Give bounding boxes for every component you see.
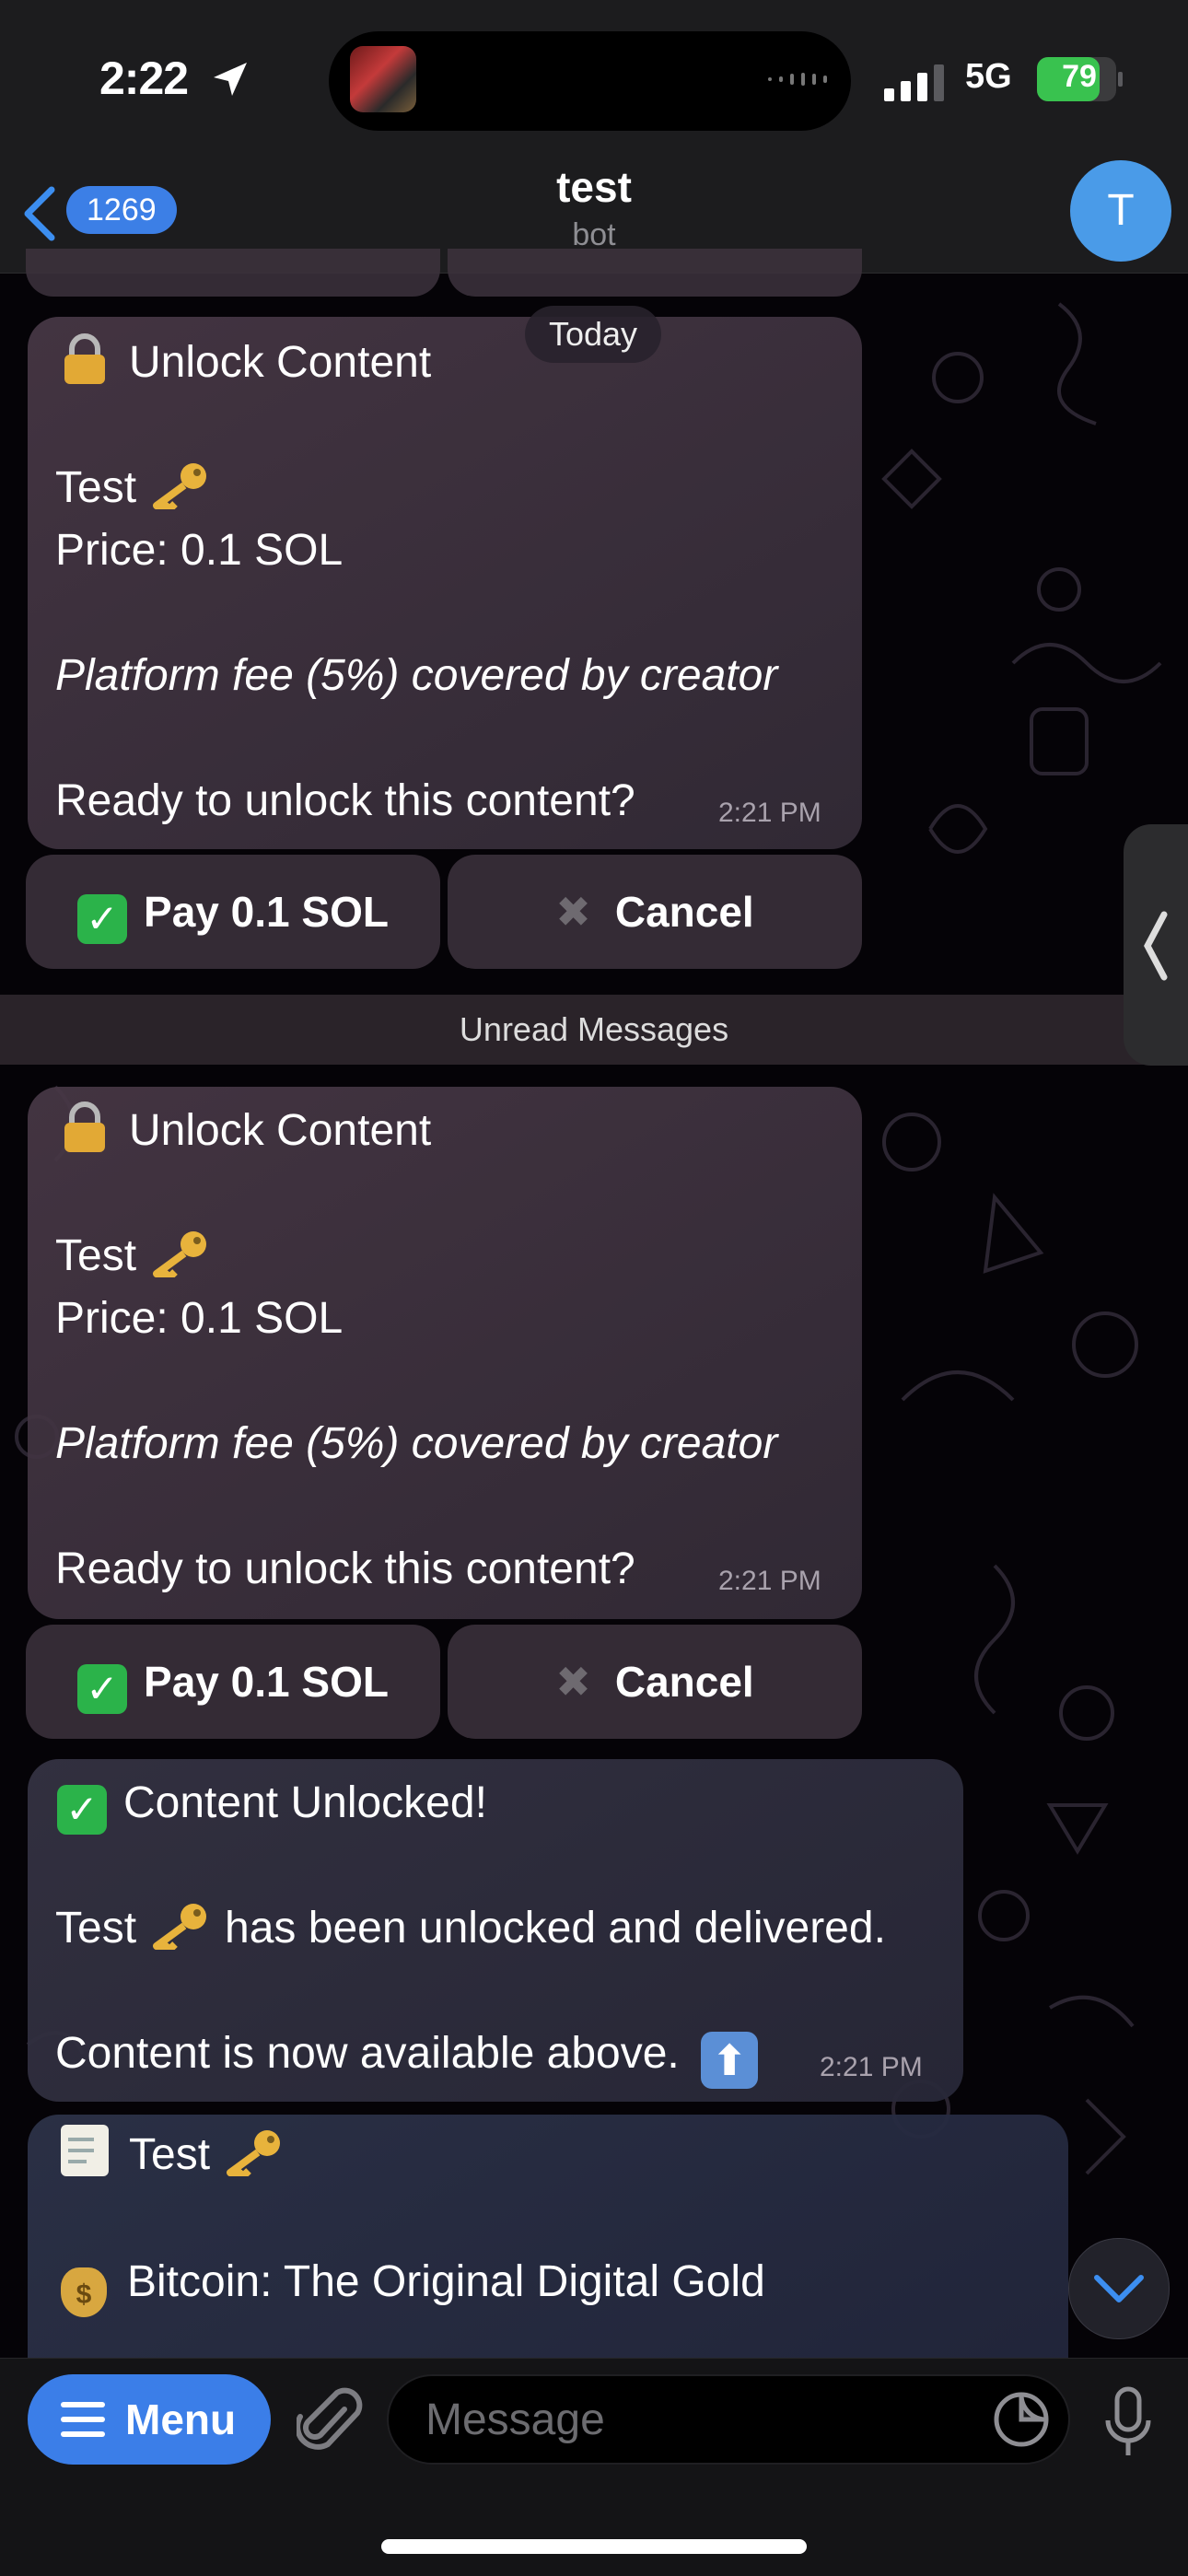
message-time: 2:21 PM <box>820 2052 923 2082</box>
microphone-icon[interactable] <box>1101 2385 1156 2459</box>
unread-messages-divider: Unread Messages <box>0 995 1188 1065</box>
up-arrow-icon: ⬆ <box>701 2032 759 2089</box>
menu-label: Menu <box>125 2395 237 2443</box>
network-type: 5G <box>965 57 1012 96</box>
check-mark-icon: ✓ <box>57 1785 107 1835</box>
message-question: Ready to unlock this content? <box>55 1544 635 1593</box>
message-time: 2:21 PM <box>718 1566 821 1596</box>
sticker-icon[interactable] <box>993 2391 1050 2448</box>
audio-waveform-icon <box>768 73 827 86</box>
cross-icon: ✖ <box>555 1658 591 1706</box>
message-price: Price: 0.1 SOL <box>55 526 344 575</box>
message-fee-note: Platform fee (5%) covered by creator <box>55 1419 778 1468</box>
location-arrow-icon <box>214 63 247 96</box>
pay-button[interactable]: ✓ Pay 0.1 SOL <box>26 855 440 969</box>
paperclip-icon[interactable] <box>297 2385 363 2459</box>
chevron-left-icon <box>1144 911 1168 981</box>
message-title: Test <box>61 2124 284 2186</box>
message-question: Ready to unlock this content? <box>55 776 635 825</box>
now-playing-artwork[interactable] <box>350 46 416 112</box>
message-item: Test <box>55 457 210 519</box>
cross-icon: ✖ <box>555 888 591 936</box>
message-title: Unlock Content <box>61 332 431 394</box>
check-mark-icon: ✓ <box>77 894 128 944</box>
message-bubble[interactable]: Test $ Bitcoin: The Original Digital Gold <box>28 2115 1068 2382</box>
memo-icon <box>61 2125 109 2176</box>
message-line: Test has been unlocked and delivered. <box>55 1897 886 1960</box>
previous-keyboard-button[interactable] <box>448 249 862 297</box>
avatar[interactable]: T <box>1070 160 1171 262</box>
message-bubble[interactable]: Unlock Content Test Price: 0.1 SOL Platf… <box>28 317 862 849</box>
message-title: Unlock Content <box>61 1100 431 1162</box>
signal-icon <box>884 64 944 101</box>
lock-icon <box>64 1102 105 1152</box>
message-fee-note: Platform fee (5%) covered by creator <box>55 651 778 700</box>
check-mark-icon: ✓ <box>77 1664 128 1714</box>
status-time: 2:22 <box>99 52 189 104</box>
key-icon <box>153 463 207 509</box>
key-icon <box>153 1904 207 1950</box>
pay-button[interactable]: ✓ Pay 0.1 SOL <box>26 1625 440 1739</box>
scroll-to-bottom-button[interactable] <box>1068 2238 1170 2339</box>
key-icon <box>227 2130 281 2176</box>
message-time: 2:21 PM <box>718 798 821 828</box>
message-bubble[interactable]: ✓ Content Unlocked! Test has been unlocke… <box>28 1759 963 2102</box>
key-icon <box>153 1231 207 1277</box>
message-line: $ Bitcoin: The Original Digital Gold <box>61 2251 765 2317</box>
previous-keyboard-button[interactable] <box>26 249 440 297</box>
date-separator: Today <box>525 306 661 363</box>
money-bag-icon: $ <box>61 2267 107 2317</box>
message-title: ✓ Content Unlocked! <box>57 1772 487 1835</box>
chevron-down-icon <box>1094 2275 1144 2302</box>
menu-icon <box>61 2402 105 2437</box>
message-item: Test <box>55 1225 210 1288</box>
message-input[interactable] <box>387 2374 1070 2465</box>
message-price: Price: 0.1 SOL <box>55 1294 344 1343</box>
home-indicator <box>381 2539 807 2554</box>
message-bubble[interactable]: Unlock Content Test Price: 0.1 SOL Platf… <box>28 1087 862 1619</box>
chat-title[interactable]: test <box>0 162 1188 212</box>
side-panel-handle[interactable] <box>1124 824 1188 1066</box>
cancel-button[interactable]: ✖ Cancel <box>448 1625 862 1739</box>
cancel-button[interactable]: ✖ Cancel <box>448 855 862 969</box>
battery-level: 79 <box>1062 59 1097 94</box>
message-line: Content is now available above. ⬆ <box>55 2022 759 2089</box>
lock-icon <box>64 333 105 384</box>
menu-button[interactable]: Menu <box>28 2374 271 2465</box>
